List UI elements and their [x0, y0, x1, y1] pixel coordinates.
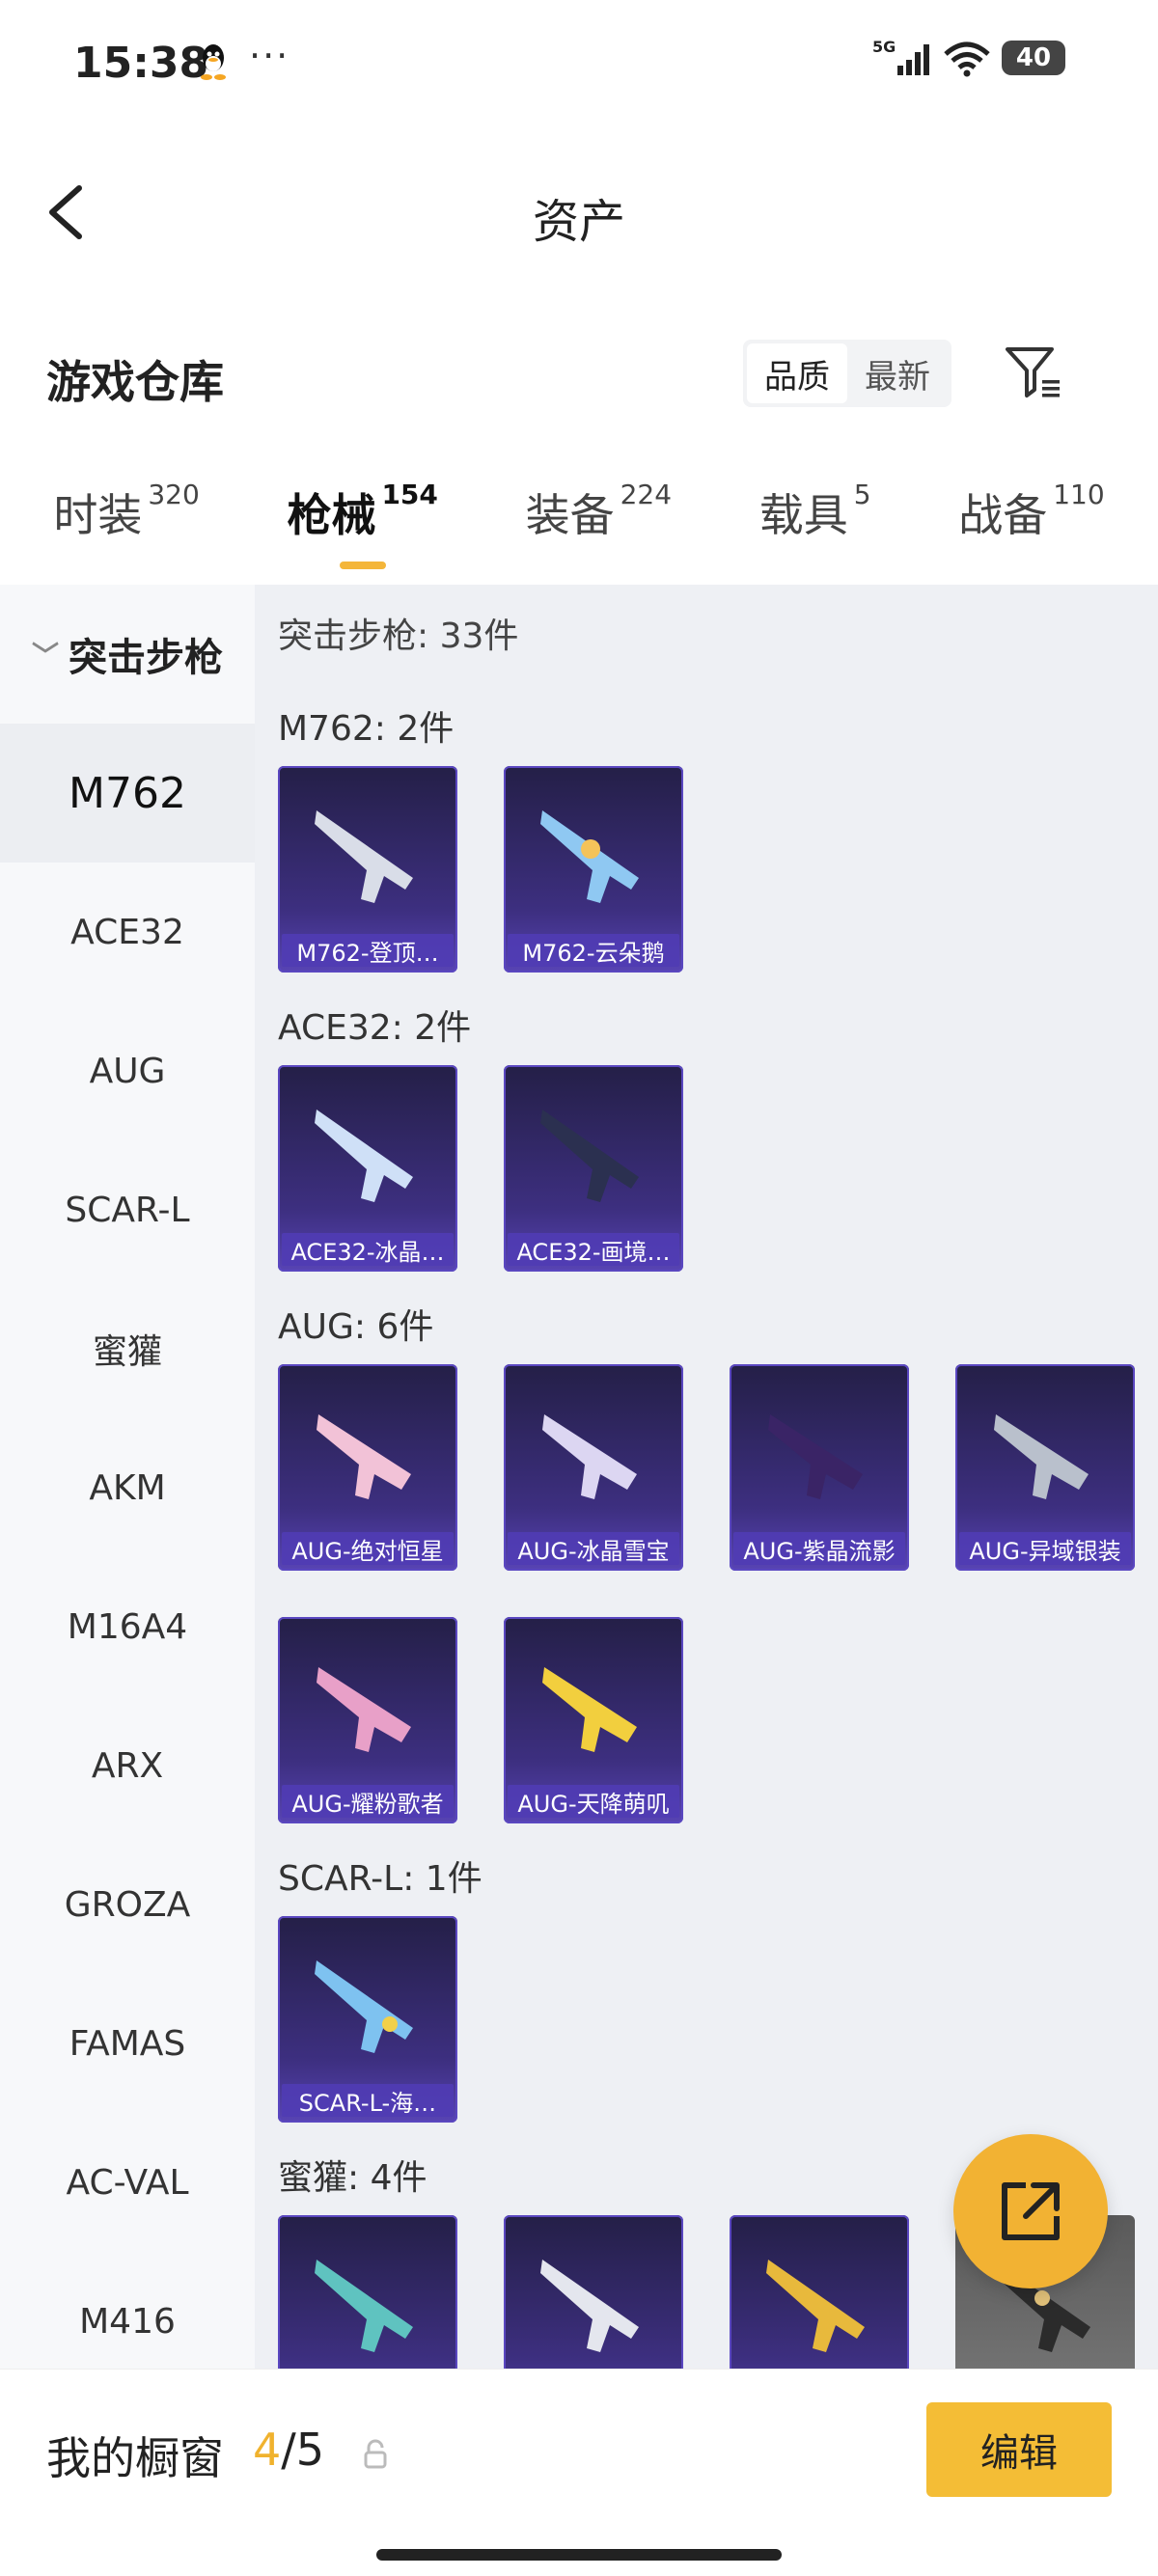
- sidebar-item-ace32[interactable]: ACE32: [0, 863, 255, 1001]
- skin-card[interactable]: M762-云朵鹅: [504, 766, 683, 973]
- skin-card[interactable]: AUG-天降萌叽: [504, 1617, 683, 1823]
- showcase-label: 我的橱窗: [46, 2432, 224, 2484]
- showcase-count: 4/5: [253, 2424, 325, 2476]
- nav-header: 资产: [0, 145, 1158, 280]
- showcase-bar: 我的橱窗 4/5 编辑: [0, 2369, 1158, 2576]
- rifle-icon: [994, 1414, 1089, 1499]
- skin-card[interactable]: AUG-紫晶流影: [730, 1364, 909, 1571]
- rifle-icon: [540, 2260, 639, 2352]
- edit-button[interactable]: 编辑: [926, 2402, 1112, 2497]
- page-title: 资产: [532, 195, 625, 249]
- group-title-m762: M762: 2件: [278, 709, 455, 749]
- rifle-icon: [540, 810, 639, 903]
- tab-supplies[interactable]: 战备 110: [958, 444, 1104, 544]
- svg-text:5G: 5G: [872, 39, 896, 56]
- skin-card[interactable]: SCAR-L-海…: [278, 1916, 457, 2123]
- warehouse-title: 游戏仓库: [46, 356, 224, 408]
- group-title-honey-badger: 蜜獾: 4件: [278, 2158, 427, 2198]
- group-title-aug: AUG: 6件: [278, 1307, 434, 1347]
- category-tabs: 时装 320 枪械 154 装备 224 载具 5 战备 110: [0, 444, 1158, 585]
- rifle-icon: [540, 1110, 639, 1202]
- sidebar-item-aug[interactable]: AUG: [0, 1001, 255, 1140]
- weapon-sidebar: ﹀ 突击步枪 M762 ACE32 AUG SCAR-L 蜜獾 AKM M16A4…: [0, 585, 255, 2370]
- lock-icon: [364, 2439, 387, 2469]
- skin-card[interactable]: [278, 2215, 457, 2370]
- rifle-icon: [315, 2260, 413, 2352]
- sidebar-item-m16a4[interactable]: M16A4: [0, 1557, 255, 1696]
- signal-5g-icon: 5G: [872, 39, 929, 75]
- tab-firearms[interactable]: 枪械 154: [287, 444, 438, 569]
- tab-vehicles[interactable]: 载具 5: [759, 444, 871, 544]
- sidebar-item-m762[interactable]: M762: [0, 724, 255, 863]
- status-time: 15:38: [73, 39, 209, 88]
- sort-option-latest[interactable]: 最新: [847, 343, 948, 403]
- rifle-icon: [315, 1960, 413, 2053]
- skin-card[interactable]: AUG-冰晶雪宝: [504, 1364, 683, 1571]
- group-title-scar-l: SCAR-L: 1件: [278, 1859, 482, 1899]
- sidebar-item-scar-l[interactable]: SCAR-L: [0, 1140, 255, 1279]
- skin-card[interactable]: AUG-绝对恒星: [278, 1364, 457, 1571]
- sidebar-item-honey-badger[interactable]: 蜜獾: [0, 1279, 255, 1418]
- sort-toggle: 品质 最新: [743, 340, 951, 407]
- skin-card[interactable]: ACE32-画境…: [504, 1065, 683, 1272]
- sidebar-item-groza[interactable]: GROZA: [0, 1835, 255, 1974]
- sidebar-item-famas[interactable]: FAMAS: [0, 1974, 255, 2113]
- skin-card[interactable]: M762-登顶…: [278, 766, 457, 973]
- chevron-down-icon: ﹀: [31, 640, 59, 671]
- rifle-icon: [317, 1414, 411, 1499]
- sort-option-quality[interactable]: 品质: [747, 343, 847, 403]
- skin-card[interactable]: ACE32-冰晶…: [278, 1065, 457, 1272]
- category-summary: 突击步枪: 33件: [278, 617, 519, 656]
- rifle-icon: [768, 1414, 863, 1499]
- skin-card[interactable]: [730, 2215, 909, 2370]
- qq-icon: [201, 44, 226, 80]
- rifle-icon: [315, 810, 413, 903]
- tab-equipment[interactable]: 装备 224: [526, 444, 672, 544]
- rifle-icon: [766, 2260, 865, 2352]
- sidebar-item-ac-val[interactable]: AC-VAL: [0, 2113, 255, 2252]
- more-notifications-icon: ···: [249, 35, 290, 77]
- skin-card[interactable]: AUG-异域银装: [955, 1364, 1135, 1571]
- tab-fashion[interactable]: 时装 320: [53, 444, 199, 544]
- skin-card[interactable]: [504, 2215, 683, 2370]
- rifle-icon: [542, 1667, 637, 1752]
- skin-card[interactable]: AUG-耀粉歌者: [278, 1617, 457, 1823]
- group-title-ace32: ACE32: 2件: [278, 1008, 472, 1048]
- external-link-icon: [1002, 2182, 1060, 2240]
- sidebar-item-akm[interactable]: AKM: [0, 1418, 255, 1557]
- status-bar: 15:38 ··· 5G 40: [0, 0, 1158, 135]
- home-indicator[interactable]: [376, 2549, 782, 2561]
- rifle-icon: [317, 1667, 411, 1752]
- weapon-grid: 突击步枪: 33件 M762: 2件 M762-登顶… M762-云朵鹅 ACE…: [255, 585, 1158, 2370]
- rifle-icon: [315, 1110, 413, 1202]
- filter-icon[interactable]: [1004, 343, 1065, 401]
- status-icons: 5G 40: [872, 39, 1065, 77]
- rifle-icon: [542, 1414, 637, 1499]
- sidebar-category[interactable]: ﹀ 突击步枪: [0, 585, 255, 724]
- battery-indicator: 40: [1002, 41, 1065, 75]
- share-fab[interactable]: [953, 2134, 1108, 2288]
- wifi-icon: [944, 41, 990, 77]
- sidebar-item-arx[interactable]: ARX: [0, 1696, 255, 1835]
